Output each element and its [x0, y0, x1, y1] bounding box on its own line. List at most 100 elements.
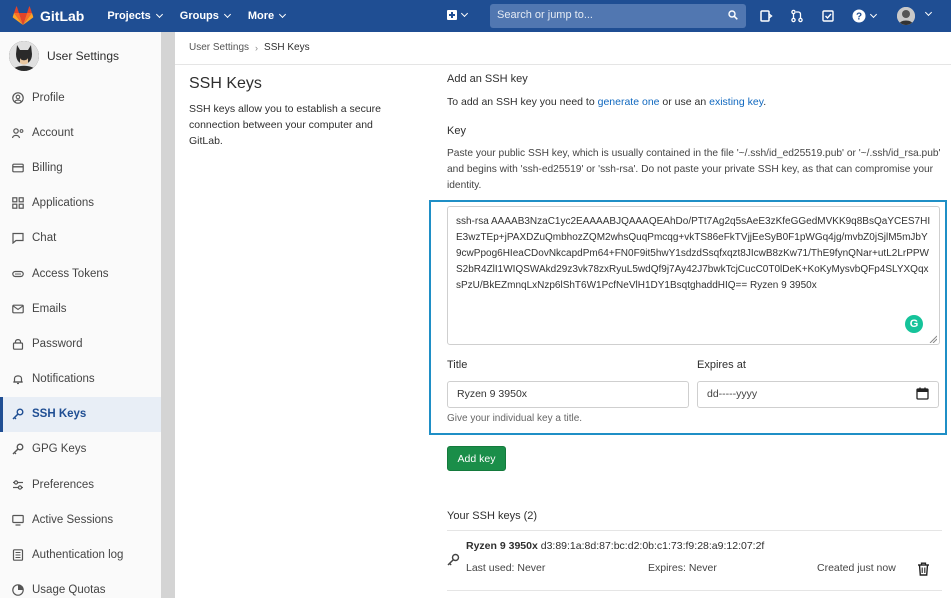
sidebar-item-active-sessions[interactable]: Active Sessions — [0, 502, 161, 537]
menu-projects-label: Projects — [107, 10, 151, 22]
chevron-down-icon[interactable] — [924, 8, 933, 17]
sidebar-scrollbar[interactable] — [161, 32, 175, 598]
ssh-key-title[interactable]: Ryzen 9 3950x — [466, 540, 538, 552]
generate-one-link[interactable]: generate one — [598, 96, 660, 108]
ssh-key-row[interactable]: Ryzen 9 3950x d3:89:1a:8d:87:bc:d2:0b:c1… — [466, 540, 764, 552]
lock-icon — [12, 338, 24, 350]
menu-projects[interactable]: Projects — [107, 10, 163, 22]
sidebar-item-access-tokens[interactable]: Access Tokens — [0, 256, 161, 291]
divider — [447, 590, 942, 591]
help-menu[interactable]: ? — [852, 9, 878, 23]
sidebar-item-authentication-log[interactable]: Authentication log — [0, 537, 161, 572]
bell-icon — [13, 375, 23, 385]
trash-icon[interactable] — [917, 562, 930, 576]
sidebar-item-password[interactable]: Password — [0, 326, 161, 361]
breadcrumb-current[interactable]: SSH Keys — [264, 42, 310, 53]
menu-groups-label: Groups — [179, 10, 219, 22]
account-icon — [12, 127, 24, 138]
sidebar-item-label: Chat — [32, 232, 57, 245]
menu-more[interactable]: More — [247, 10, 287, 22]
chevron-right-icon: › — [255, 42, 259, 53]
expires-label: Expires at — [697, 359, 746, 371]
resize-handle-icon[interactable] — [929, 335, 937, 343]
sidebar-item-label: Access Tokens — [32, 267, 109, 280]
applications-icon — [12, 197, 24, 209]
billing-icon — [12, 163, 24, 173]
search-input[interactable]: Search or jump to... — [490, 4, 746, 28]
sidebar-item-label: Notifications — [32, 373, 95, 386]
add-key-desc-prefix: To add an SSH key you need to — [447, 96, 598, 108]
sidebar-item-label: Account — [32, 126, 74, 139]
monitor-icon — [12, 514, 24, 526]
sidebar-item-label: Active Sessions — [32, 513, 114, 526]
emails-icon — [12, 304, 24, 314]
sidebar-item-billing[interactable]: Billing — [0, 150, 161, 185]
new-item-button[interactable] — [447, 9, 469, 20]
expires-date-input[interactable]: dd-----yyyy — [697, 381, 939, 408]
sidebar-item-label: SSH Keys — [32, 408, 87, 421]
sidebar-item-gpg-keys[interactable]: GPG Keys — [0, 432, 161, 467]
avatar-image — [897, 7, 915, 25]
sidebar-nav: Profile Account Billing Applications Cha… — [0, 80, 174, 598]
key-icon — [12, 408, 24, 420]
profile-icon — [12, 91, 24, 104]
add-key-button[interactable]: Add key — [447, 446, 506, 471]
sidebar-item-applications[interactable]: Applications — [0, 186, 161, 221]
sidebar-item-notifications[interactable]: Notifications — [0, 362, 161, 397]
sidebar-header[interactable]: User Settings — [0, 32, 174, 80]
chevron-down-icon — [279, 10, 287, 19]
breadcrumb-parent[interactable]: User Settings — [189, 42, 249, 53]
sidebar-item-label: Billing — [32, 161, 63, 174]
page-title: SSH Keys — [189, 75, 262, 92]
log-icon — [12, 549, 24, 561]
brand-name: GitLab — [40, 8, 85, 24]
gitlab-logo[interactable]: GitLab — [12, 6, 84, 26]
title-input[interactable]: Ryzen 9 3950x — [447, 381, 689, 408]
sidebar-item-label: Emails — [32, 302, 67, 315]
sidebar-item-account[interactable]: Account — [0, 115, 161, 150]
sidebar-item-label: Profile — [32, 91, 65, 104]
menu-more-label: More — [247, 10, 275, 22]
user-avatar[interactable] — [897, 7, 915, 25]
quota-icon — [12, 584, 24, 597]
sidebar-item-emails[interactable]: Emails — [0, 291, 161, 326]
sidebar-item-profile[interactable]: Profile — [0, 80, 161, 115]
svg-text:?: ? — [856, 12, 862, 23]
chat-icon — [12, 233, 24, 245]
ssh-key-fingerprint: d3:89:1a:8d:87:bc:d2:0b:c1:73:f9:28:a9:1… — [540, 540, 765, 552]
sidebar-item-label: Preferences — [32, 478, 95, 491]
settings-sidebar: User Settings Profile Account Billing Ap… — [0, 32, 175, 598]
divider — [447, 530, 942, 531]
sidebar-item-usage-quotas[interactable]: Usage Quotas — [0, 573, 161, 598]
title-help-text: Give your individual key a title. — [447, 413, 583, 424]
grammarly-icon[interactable]: G — [905, 315, 923, 333]
key-textarea[interactable]: ssh-rsa AAAAB3NzaC1yc2EAAAABJQAAAQEAhDo/… — [447, 206, 940, 345]
preferences-icon — [13, 479, 23, 490]
breadcrumb: User Settings › SSH Keys — [189, 42, 310, 53]
calendar-icon[interactable] — [916, 387, 929, 400]
key-label: Key — [447, 125, 466, 137]
help-icon: ? — [852, 9, 866, 23]
ssh-key-last-used: Last used: Never — [466, 562, 546, 574]
sidebar-item-preferences[interactable]: Preferences — [0, 467, 161, 502]
merge-request-icon[interactable] — [790, 9, 804, 23]
ssh-key-expires: Expires: Never — [648, 562, 717, 574]
add-key-desc-middle: or use an — [659, 96, 710, 108]
todo-icon[interactable] — [821, 9, 835, 23]
sidebar-title: User Settings — [47, 49, 120, 63]
existing-key-link[interactable]: existing key — [709, 96, 763, 108]
chevron-down-icon — [460, 9, 469, 18]
key-help-text: Paste your public SSH key, which is usua… — [447, 148, 941, 191]
page-description: SSH keys allow you to establish a secure… — [189, 103, 382, 147]
sidebar-item-ssh-keys[interactable]: SSH Keys — [0, 396, 161, 432]
sidebar-item-label: Usage Quotas — [32, 584, 106, 597]
avatar — [9, 41, 39, 71]
chevron-down-icon — [223, 10, 231, 19]
search-icon[interactable] — [728, 10, 738, 20]
issues-icon[interactable] — [759, 9, 773, 23]
chevron-down-icon — [155, 10, 163, 19]
menu-groups[interactable]: Groups — [179, 10, 231, 22]
sidebar-item-chat[interactable]: Chat — [0, 221, 161, 256]
key-icon — [447, 553, 460, 566]
ssh-key-created: Created just now — [817, 562, 896, 574]
